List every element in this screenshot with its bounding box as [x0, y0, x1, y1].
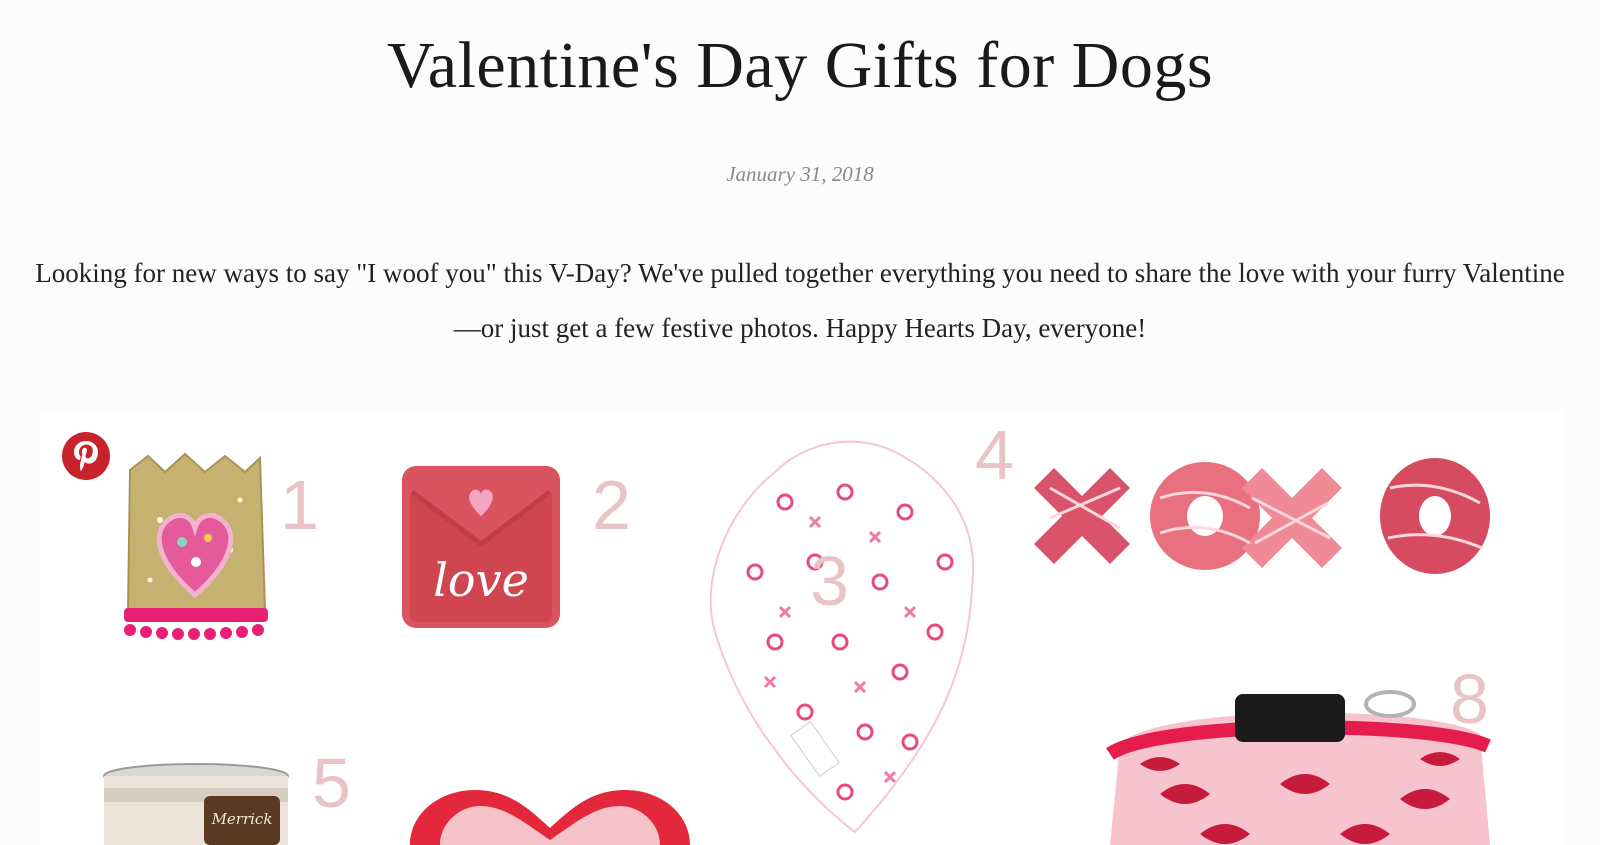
item-number-8: 8 — [1450, 660, 1489, 738]
post-title: Valentine's Day Gifts for Dogs — [386, 29, 1214, 102]
lips-collar-image[interactable] — [1100, 684, 1500, 845]
post-intro: Looking for new ways to say "I woof you"… — [35, 258, 1565, 343]
gift-collage-image[interactable]: 1 love 2 3 4 Merrick 5 8 — [40, 412, 1564, 845]
love-cookie-image[interactable]: love — [400, 464, 562, 630]
can-brand-text: Merrick — [211, 810, 273, 828]
xoxo-bandana-image[interactable] — [695, 432, 995, 845]
pinterest-save-button[interactable] — [62, 432, 110, 480]
item-number-4: 4 — [975, 416, 1014, 494]
item-number-5: 5 — [312, 744, 351, 822]
xoxo-donut-treats-image[interactable] — [1030, 448, 1500, 588]
item-number-2: 2 — [592, 466, 631, 544]
item-number-3: 3 — [810, 542, 849, 620]
post-date: January 31, 2018 — [726, 162, 874, 186]
dog-food-can-image[interactable]: Merrick — [100, 762, 300, 845]
item-number-1: 1 — [280, 466, 319, 544]
pinterest-icon — [74, 441, 98, 471]
heart-plush-toy-image[interactable] — [400, 788, 700, 845]
glitter-crown-image[interactable] — [110, 450, 280, 650]
cookie-love-text: love — [433, 553, 529, 607]
